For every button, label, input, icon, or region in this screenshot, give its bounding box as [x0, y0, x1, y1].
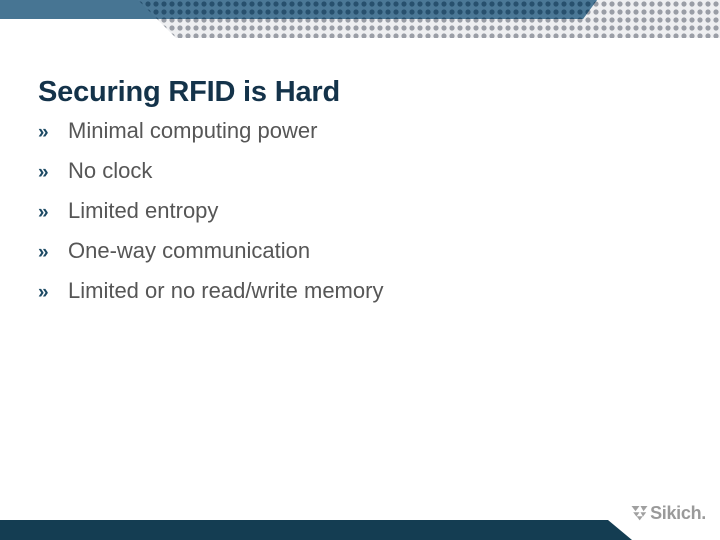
header-decoration-graphic: [0, 0, 720, 38]
list-item: » One-way communication: [38, 240, 688, 280]
page-title: Securing RFID is Hard: [38, 76, 340, 109]
brand-logo: Sikich.: [631, 504, 706, 522]
bullet-marker-icon: »: [38, 282, 49, 303]
bullet-marker-icon: »: [38, 122, 49, 143]
bullet-marker-icon: »: [38, 202, 49, 223]
brand-logo-text: Sikich.: [650, 503, 706, 523]
list-item: » Limited or no read/write memory: [38, 280, 688, 320]
list-item-label: One-way communication: [68, 238, 311, 263]
bullet-marker-icon: »: [38, 242, 49, 263]
list-item-label: Limited or no read/write memory: [68, 278, 384, 303]
bullet-list: » Minimal computing power » No clock » L…: [38, 120, 688, 320]
list-item: » Minimal computing power: [38, 120, 688, 160]
footer-decoration-graphic: [0, 520, 632, 540]
list-item-label: No clock: [68, 158, 153, 183]
slide-canvas: Securing RFID is Hard » Minimal computin…: [0, 0, 720, 540]
list-item-label: Minimal computing power: [68, 118, 318, 143]
footer-decoration: [0, 516, 720, 540]
list-item-label: Limited entropy: [68, 198, 219, 223]
bullet-marker-icon: »: [38, 162, 49, 183]
double-chevron-down-icon: [631, 506, 648, 521]
list-item: » Limited entropy: [38, 200, 688, 240]
footer-navy-band: [0, 520, 632, 540]
header-decoration: [0, 0, 720, 44]
list-item: » No clock: [38, 160, 688, 200]
